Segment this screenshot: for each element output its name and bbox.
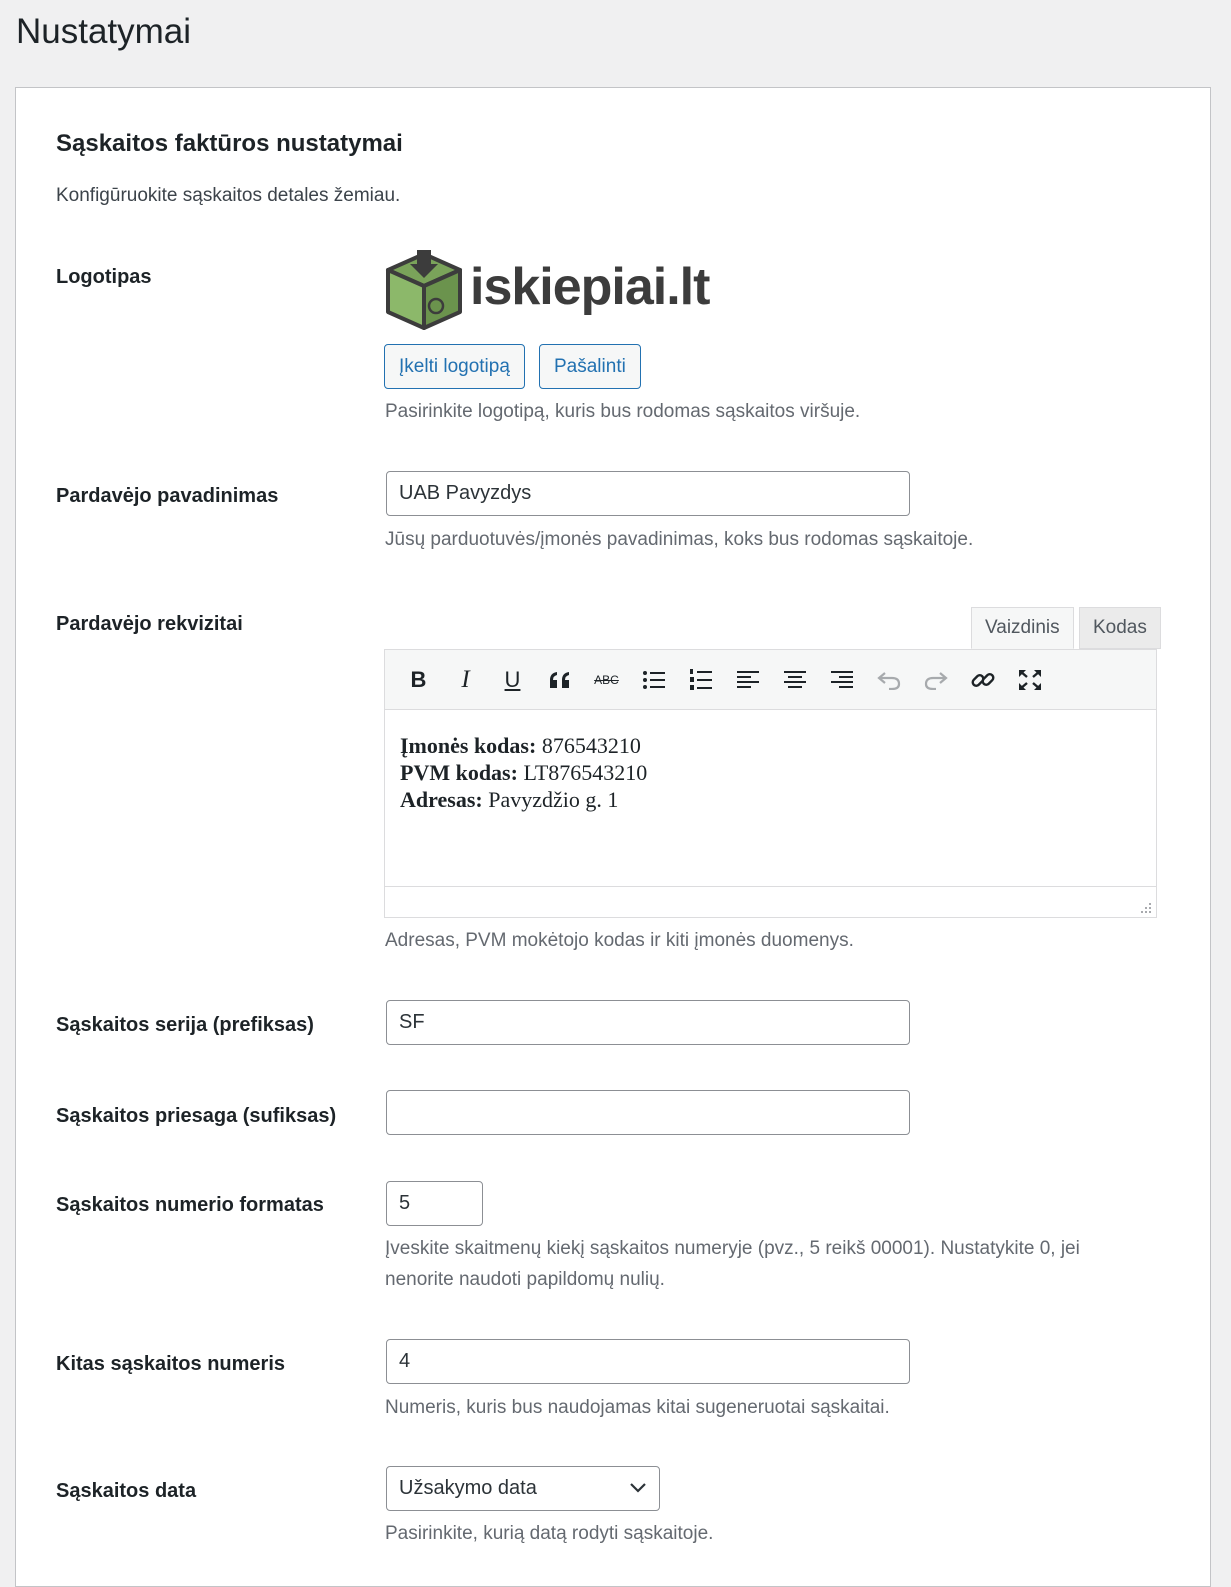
- chevron-down-icon: [630, 1483, 646, 1493]
- remove-logo-button[interactable]: Pašalinti: [539, 344, 641, 389]
- align-right-icon: [830, 670, 853, 688]
- blockquote-icon: [549, 671, 569, 688]
- bold-icon: B: [410, 666, 427, 692]
- editor-content[interactable]: Įmonės kodas: 876543210 PVM kodas: LT876…: [400, 732, 647, 813]
- undo-icon: [876, 671, 900, 690]
- next-number-label: Kitas sąskaitos numeris: [56, 1353, 285, 1375]
- tab-visual[interactable]: Vaizdinis: [971, 607, 1074, 649]
- suffix-input[interactable]: [386, 1090, 910, 1135]
- box-logo-icon: [386, 250, 462, 330]
- number-format-description-line2: nenorite naudoti papildomų nulių.: [385, 1269, 665, 1290]
- fullscreen-button[interactable]: [1006, 658, 1053, 702]
- align-center-icon: [783, 670, 806, 688]
- next-number-input[interactable]: 4: [386, 1339, 910, 1384]
- editor-line: Įmonės kodas: 876543210: [400, 733, 641, 758]
- prefix-input[interactable]: SF: [386, 1000, 910, 1045]
- invoice-date-label: Sąskaitos data: [56, 1480, 197, 1502]
- resize-handle-icon[interactable]: [1138, 900, 1152, 914]
- section-title: Sąskaitos faktūros nustatymai: [56, 130, 403, 157]
- logo-description: Pasirinkite logotipą, kuris bus rodomas …: [385, 401, 861, 422]
- italic-icon: I: [461, 665, 470, 693]
- seller-name-label: Pardavėjo pavadinimas: [56, 485, 279, 507]
- strikethrough-icon: ABC: [594, 672, 619, 687]
- invoice-date-selected: Užsakymo data: [399, 1477, 537, 1499]
- logo-text: iskiepiai.lt: [470, 258, 710, 316]
- align-center-button[interactable]: [771, 658, 818, 702]
- blockquote-button[interactable]: [536, 658, 583, 702]
- align-left-button[interactable]: [724, 658, 771, 702]
- upload-logo-button[interactable]: Įkelti logotipą: [384, 344, 525, 389]
- logo-label: Logotipas: [56, 266, 152, 288]
- seller-details-editor[interactable]: B I U ABC Įmonės kodas: 876543210 PVM ko…: [384, 649, 1157, 918]
- invoice-date-select[interactable]: Užsakymo data: [386, 1466, 660, 1511]
- underline-button[interactable]: U: [489, 658, 536, 702]
- undo-button[interactable]: [865, 658, 912, 702]
- number-format-input[interactable]: 5: [386, 1181, 483, 1226]
- underline-icon: U: [504, 666, 521, 692]
- invoice-date-description: Pasirinkite, kurią datą rodyti sąskaitoj…: [385, 1523, 714, 1544]
- next-number-description: Numeris, kuris bus naudojamas kitai suge…: [385, 1397, 890, 1418]
- editor-statusbar: [385, 886, 1156, 917]
- bullet-list-icon: [642, 670, 665, 689]
- prefix-label: Sąskaitos serija (prefiksas): [56, 1014, 314, 1036]
- italic-button[interactable]: I: [442, 658, 489, 702]
- numbered-list-icon: [689, 668, 712, 690]
- tab-code[interactable]: Kodas: [1079, 607, 1161, 649]
- settings-card: Sąskaitos faktūros nustatymai Konfigūruo…: [15, 87, 1211, 1587]
- editor-line: Adresas: Pavyzdžio g. 1: [400, 787, 619, 812]
- logo-image: iskiepiai.lt: [384, 248, 710, 330]
- seller-name-description: Jūsų parduotuvės/įmonės pavadinimas, kok…: [385, 529, 974, 550]
- numbered-list-button[interactable]: [677, 658, 724, 702]
- align-left-icon: [736, 670, 759, 688]
- redo-icon: [924, 671, 948, 690]
- link-icon: [971, 672, 994, 687]
- seller-details-label: Pardavėjo rekvizitai: [56, 613, 243, 635]
- bold-button[interactable]: B: [395, 658, 442, 702]
- number-format-label: Sąskaitos numerio formatas: [56, 1194, 324, 1216]
- seller-name-input[interactable]: UAB Pavyzdys: [386, 471, 910, 516]
- suffix-label: Sąskaitos priesaga (sufiksas): [56, 1105, 337, 1127]
- align-right-button[interactable]: [818, 658, 865, 702]
- link-button[interactable]: [959, 658, 1006, 702]
- redo-button[interactable]: [912, 658, 959, 702]
- seller-details-description: Adresas, PVM mokėtojo kodas ir kiti įmon…: [385, 930, 854, 951]
- fullscreen-icon: [1018, 669, 1041, 690]
- number-format-description-line1: Įveskite skaitmenų kiekį sąskaitos numer…: [385, 1238, 1080, 1259]
- strikethrough-button[interactable]: ABC: [583, 658, 630, 702]
- page-title: Nustatymai: [16, 12, 192, 51]
- editor-toolbar: B I U ABC: [385, 650, 1156, 710]
- bullet-list-button[interactable]: [630, 658, 677, 702]
- editor-line: PVM kodas: LT876543210: [400, 760, 648, 785]
- section-description: Konfigūruokite sąskaitos detales žemiau.: [56, 185, 401, 206]
